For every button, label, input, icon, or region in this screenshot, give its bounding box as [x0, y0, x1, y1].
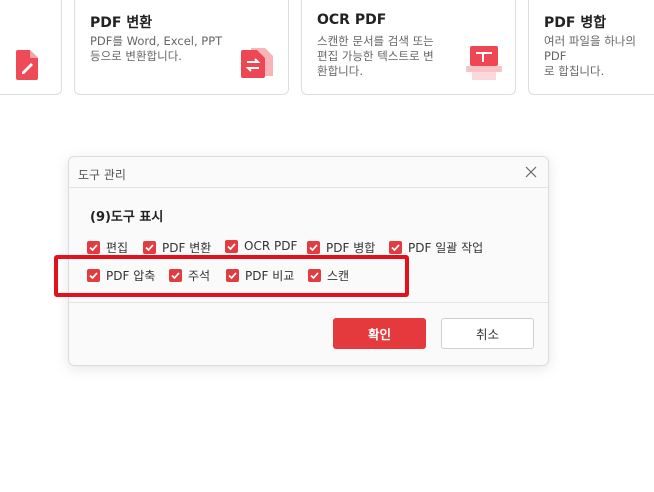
convert-file-icon [241, 46, 275, 82]
checkbox-label: PDF 일괄 작업 [408, 241, 484, 255]
card-title: PDF 변환 [90, 15, 153, 31]
card-description: 스캔한 문서를 검색 또는 편집 가능한 텍스트로 변 환합니다. [317, 34, 434, 78]
checkbox-checked-icon [87, 241, 100, 254]
tool-card-ocr-pdf[interactable]: OCR PDF 스캔한 문서를 검색 또는 편집 가능한 텍스트로 변 환합니다… [301, 0, 516, 95]
close-icon[interactable] [520, 161, 542, 183]
checkbox-pdf-convert[interactable]: PDF 변환 [143, 239, 211, 256]
checkbox-label: OCR PDF [244, 239, 298, 253]
checkbox-checked-icon [143, 241, 156, 254]
checkbox-pdf-merge[interactable]: PDF 병합 [307, 239, 375, 256]
checkbox-label: PDF 변환 [162, 241, 212, 255]
section-title: (9)도구 표시 [90, 210, 164, 225]
dialog-title: 도구 관리 [78, 168, 126, 182]
checkbox-label: 편집 [106, 241, 129, 255]
checkbox-checked-icon [389, 241, 402, 254]
divider [69, 302, 548, 303]
tool-card-pdf-convert[interactable]: PDF 변환 PDF를 Word, Excel, PPT 등으로 변환합니다. [74, 0, 289, 95]
divider [69, 187, 548, 188]
tool-card-edit[interactable] [0, 0, 62, 95]
highlight-annotation-box [54, 255, 409, 297]
cancel-button[interactable]: 취소 [441, 318, 534, 349]
checkbox-ocr-pdf[interactable]: OCR PDF [225, 239, 297, 253]
checkbox-label: PDF 병합 [326, 241, 376, 255]
card-description: 여러 파일을 하나의 PDF 로 합칩니다. [544, 34, 636, 78]
checkbox-pdf-batch[interactable]: PDF 일괄 작업 [389, 239, 483, 256]
card-title: OCR PDF [317, 12, 387, 28]
scanner-icon [466, 46, 502, 86]
checkbox-checked-icon [225, 239, 238, 253]
edit-file-icon [16, 50, 38, 84]
card-title: PDF 병합 [544, 15, 607, 31]
confirm-button[interactable]: 확인 [333, 318, 426, 349]
card-description: PDF를 Word, Excel, PPT 등으로 변환합니다. [90, 34, 223, 63]
tool-card-pdf-merge[interactable]: PDF 병합 여러 파일을 하나의 PDF 로 합칩니다. [528, 0, 654, 95]
checkbox-checked-icon [307, 241, 320, 254]
checkbox-edit[interactable]: 편집 [87, 239, 128, 256]
